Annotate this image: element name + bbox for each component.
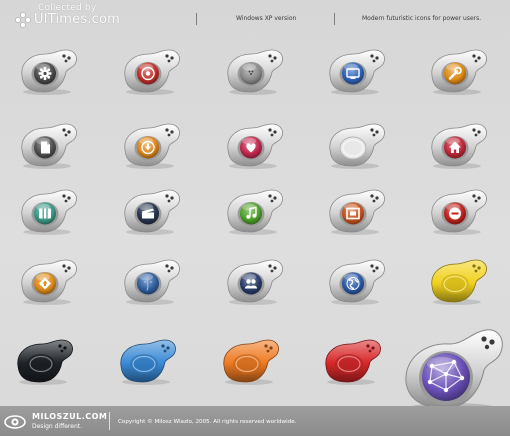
icon-tile[interactable] [424,46,490,96]
icon-tile[interactable] [117,120,183,170]
warning-up-icon [21,259,77,305]
minus-remove-icon [431,189,487,235]
icon-tile[interactable] [14,186,80,236]
icon-tile[interactable] [220,256,286,306]
brand-name: MILOSZUL.COM [32,412,108,421]
blue-blank-icon [120,339,176,385]
home-icon [431,123,487,169]
version-label: Windows XP version [236,15,297,22]
cd-disc-icon [124,49,180,95]
yellow-blank-icon [431,259,487,305]
watermark: Collected by UITimes.com [8,2,138,30]
icon-tile[interactable] [322,120,388,170]
icon-tile[interactable] [113,336,179,386]
music-note-icon [227,189,283,235]
icon-tile[interactable] [117,186,183,236]
icon-tile[interactable] [10,336,76,386]
heart-favorites-icon [227,123,283,169]
footer-bar: MILOSZUL.COM Design different. Copyright… [0,406,510,436]
icon-tile[interactable] [14,120,80,170]
icon-tile[interactable] [220,46,286,96]
header-divider [196,13,197,25]
miloszul-logo-icon [4,415,26,429]
clapperboard-movie-icon [124,189,180,235]
icon-showcase: Collected by UITimes.com Windows XP vers… [0,0,510,436]
finder-face-icon [124,259,180,305]
copyright-text: Copyright © Milosz Wlazlo, 2005. All rig… [118,419,297,425]
orange-blank-icon [223,339,279,385]
monitor-icon [329,49,385,95]
icon-tile[interactable] [14,256,80,306]
blank-icon [329,123,385,169]
footer-divider [109,412,110,430]
icon-tile[interactable] [14,46,80,96]
icon-tile[interactable] [424,120,490,170]
download-icon [124,123,180,169]
settings-gear-icon [21,49,77,95]
network-globe-large-icon [405,329,503,413]
watermark-line2: UITimes.com [34,12,121,27]
icon-tile[interactable] [424,256,490,306]
icon-tile[interactable] [117,256,183,306]
picture-frame-icon [329,189,385,235]
black-blank-icon [17,339,73,385]
users-contacts-icon [227,259,283,305]
header-divider [334,13,335,25]
wrench-tools-icon [431,49,487,95]
featured-icon[interactable] [402,322,506,414]
document-icon [21,123,77,169]
icon-tile[interactable] [220,186,286,236]
icon-tile[interactable] [322,186,388,236]
icon-tile[interactable] [424,186,490,236]
globe-network-icon [329,259,385,305]
icon-tile[interactable] [318,336,384,386]
icon-tile[interactable] [322,256,388,306]
red-blank-icon [325,339,381,385]
icon-tile[interactable] [117,46,183,96]
columns-icon [21,189,77,235]
icon-tile[interactable] [220,120,286,170]
uitimes-logo-icon [15,12,31,28]
brand-slogan: Design different. [32,423,83,430]
icon-tile[interactable] [322,46,388,96]
bowling-ball-icon [227,49,283,95]
tagline: Modern futuristic icons for power users. [362,15,482,22]
icon-tile[interactable] [216,336,282,386]
header-bar: Collected by UITimes.com Windows XP vers… [0,0,510,32]
